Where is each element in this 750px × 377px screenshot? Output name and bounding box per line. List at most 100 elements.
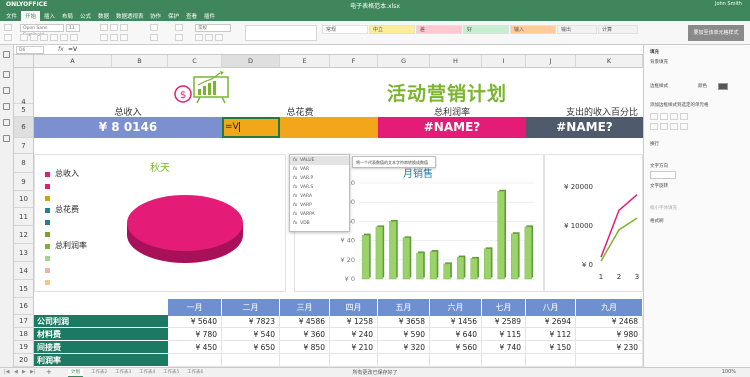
col-header-f[interactable]: F (330, 55, 378, 68)
row-header-4[interactable]: 4 (14, 68, 34, 106)
paste-icon[interactable] (4, 34, 12, 41)
table-cell[interactable] (482, 354, 526, 367)
fx-icon[interactable]: fx (58, 46, 64, 53)
table-cell[interactable]: ¥ 650 (222, 341, 280, 354)
table-cell[interactable] (222, 354, 280, 367)
style-bad[interactable]: 差 (416, 25, 462, 34)
autocomplete-item[interactable]: fx VAR.P (290, 174, 349, 183)
col-header-j[interactable]: J (526, 55, 576, 68)
table-cell[interactable]: ¥ 320 (378, 341, 430, 354)
border-bottom-icon[interactable] (660, 123, 668, 130)
row-header-20[interactable]: 20 (14, 354, 34, 367)
search-icon[interactable] (3, 51, 10, 58)
tab-pivot[interactable]: 数据透视表 (112, 11, 148, 21)
month-header[interactable]: 六月 (430, 299, 482, 316)
feedback-icon[interactable] (3, 119, 10, 126)
row-header-6[interactable]: 6 (14, 117, 34, 138)
align-center-icon[interactable] (110, 34, 118, 41)
table-cell[interactable] (330, 354, 378, 367)
table-cell[interactable]: ¥ 240 (330, 328, 378, 341)
border-all-icon[interactable] (650, 113, 658, 120)
table-cell[interactable]: ¥ 1456 (430, 315, 482, 328)
table-cell[interactable]: ¥ 640 (430, 328, 482, 341)
border-color-swatch[interactable] (718, 83, 728, 90)
underline-icon[interactable] (40, 34, 48, 41)
table-cell[interactable] (576, 354, 643, 367)
kpi-profit[interactable]: #NAME? (378, 117, 526, 138)
month-header[interactable]: 五月 (378, 299, 430, 316)
col-header-h[interactable]: H (430, 55, 482, 68)
table-cell[interactable]: ¥ 590 (378, 328, 430, 341)
tab-plugins[interactable]: 插件 (200, 11, 219, 21)
table-cell[interactable]: ¥ 560 (430, 341, 482, 354)
col-header-b[interactable]: B (112, 55, 168, 68)
table-row-label[interactable]: 间接费 (34, 341, 168, 354)
month-header[interactable]: 七月 (482, 299, 526, 316)
row-header-7[interactable]: 7 (14, 138, 34, 154)
row-header-5[interactable]: 5 (14, 104, 34, 117)
row-header-19[interactable]: 19 (14, 341, 34, 354)
row-header-18[interactable]: 18 (14, 328, 34, 341)
month-header[interactable]: 九月 (576, 299, 643, 316)
table-cell[interactable] (378, 354, 430, 367)
align-top-icon[interactable] (100, 24, 108, 31)
delete-row-icon[interactable] (150, 34, 158, 41)
month-header[interactable]: 二月 (222, 299, 280, 316)
style-good[interactable]: 好 (463, 25, 509, 34)
tab-layout[interactable]: 布局 (58, 11, 77, 21)
tab-home[interactable]: 开始 (21, 11, 41, 21)
table-cell[interactable] (280, 354, 330, 367)
table-cell[interactable]: ¥ 450 (168, 341, 222, 354)
row-header-13[interactable]: 13 (14, 244, 34, 262)
shrink-to-fit-check[interactable]: 缩小字体填充 (650, 205, 677, 211)
row-header-10[interactable]: 10 (14, 191, 34, 208)
row-header-9[interactable]: 9 (14, 173, 34, 191)
table-cell[interactable]: ¥ 112 (526, 328, 576, 341)
decimal-icon[interactable] (215, 34, 223, 41)
about-icon[interactable] (3, 135, 10, 142)
tab-insert[interactable]: 插入 (40, 11, 59, 21)
table-cell[interactable]: ¥ 2694 (526, 315, 576, 328)
row-header-17[interactable]: 17 (14, 315, 34, 328)
copy-icon[interactable] (4, 24, 12, 31)
comments-icon[interactable] (3, 71, 10, 78)
table-cell[interactable]: ¥ 2589 (482, 315, 526, 328)
style-neutral[interactable]: 中立 (369, 25, 415, 34)
table-cell[interactable]: ¥ 1258 (330, 315, 378, 328)
style-output[interactable]: 输出 (557, 25, 597, 34)
style-normal[interactable]: 常规 (322, 25, 368, 34)
autocomplete-item[interactable]: fx VARPA (290, 210, 349, 219)
tab-data[interactable]: 数据 (94, 11, 113, 21)
col-header-g[interactable]: G (378, 55, 430, 68)
border-right-icon[interactable] (680, 123, 688, 130)
align-right-icon[interactable] (120, 34, 128, 41)
number-format-select[interactable]: 常规 (195, 24, 231, 32)
tab-view[interactable]: 查看 (182, 11, 201, 21)
styles-button[interactable]: 要加至该单元格样式 (688, 25, 744, 41)
border-none-icon[interactable] (680, 113, 688, 120)
month-header[interactable]: 八月 (526, 299, 576, 316)
table-cell[interactable]: ¥ 210 (330, 341, 378, 354)
table-cell[interactable]: ¥ 150 (526, 341, 576, 354)
fill-color-icon[interactable] (70, 34, 78, 41)
row-header-14[interactable]: 14 (14, 262, 34, 280)
font-size-select[interactable]: 11 (66, 24, 80, 32)
tab-collaborate[interactable]: 协作 (146, 11, 165, 21)
tab-protect[interactable]: 保护 (164, 11, 183, 21)
table-cell[interactable]: ¥ 740 (482, 341, 526, 354)
percent-icon[interactable] (195, 34, 203, 41)
border-inner-icon[interactable] (660, 113, 668, 120)
month-header[interactable]: 三月 (280, 299, 330, 316)
sort-icon[interactable] (175, 24, 183, 31)
autocomplete-item[interactable]: fx VARP (290, 201, 349, 210)
style-input[interactable]: 输入 (510, 25, 556, 34)
autocomplete-item[interactable]: fx VALUE (290, 156, 349, 165)
table-cell[interactable]: ¥ 115 (482, 328, 526, 341)
table-row-label[interactable]: 材料费 (34, 328, 168, 341)
currency-icon[interactable] (205, 34, 213, 41)
table-cell[interactable]: ¥ 540 (222, 328, 280, 341)
strikethrough-icon[interactable] (50, 34, 58, 41)
user-name[interactable]: John Smith (715, 1, 742, 7)
table-cell[interactable] (168, 354, 222, 367)
plugins-icon[interactable] (3, 103, 10, 110)
